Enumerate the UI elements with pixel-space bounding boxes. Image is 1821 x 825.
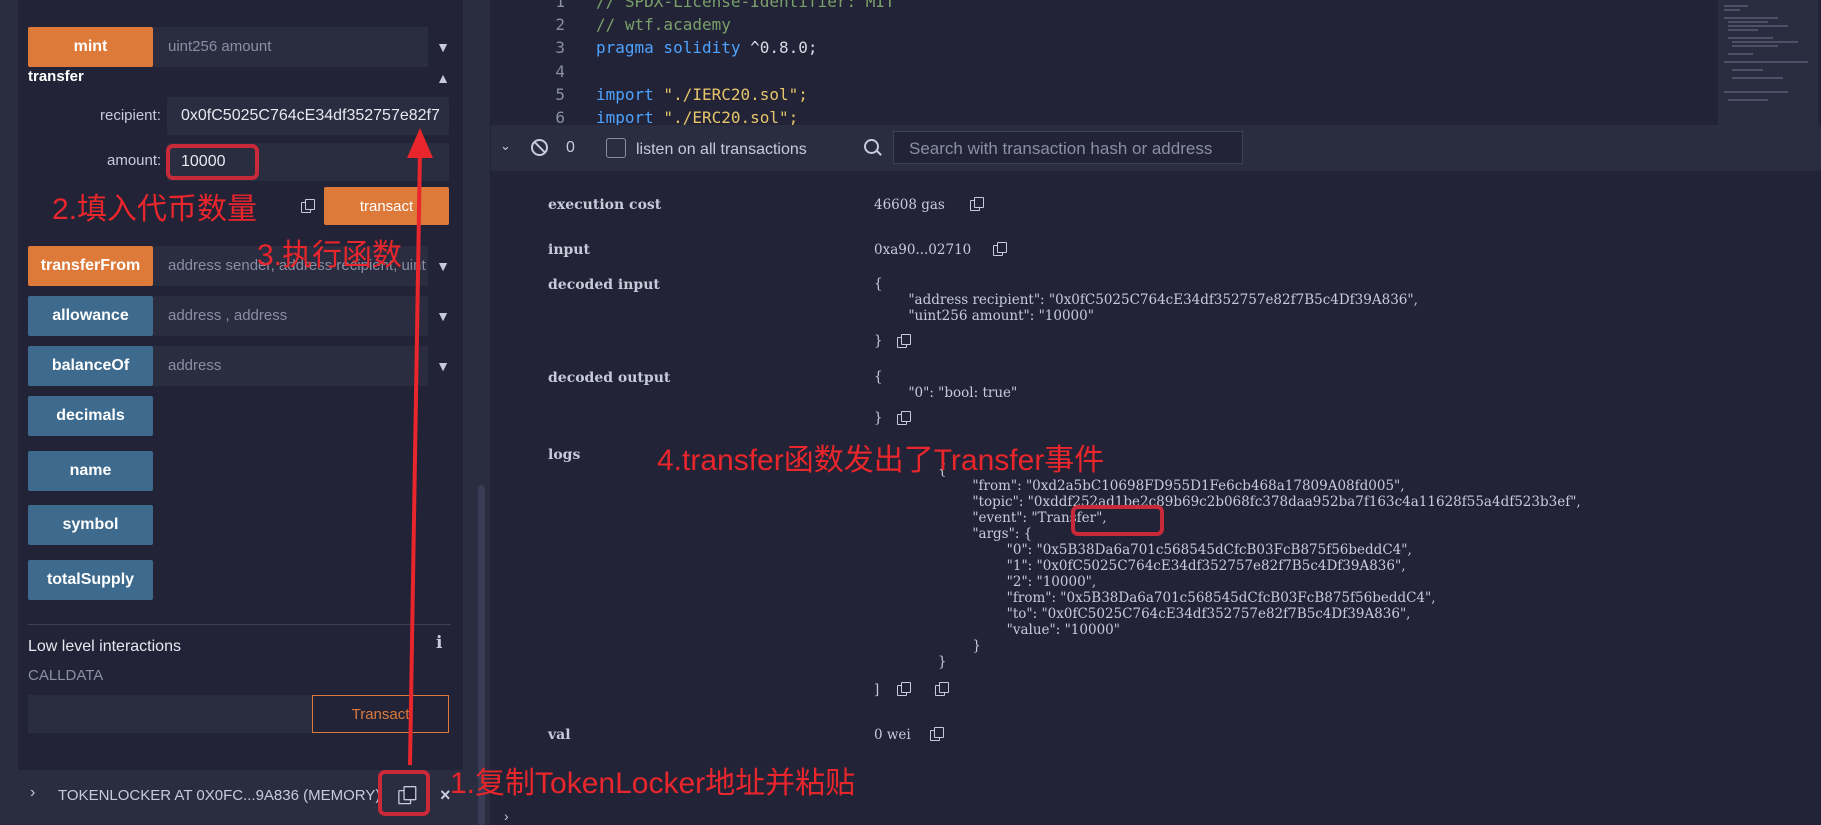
annotation-step4: 4.transfer函数发出了Transfer事件 bbox=[657, 444, 1105, 477]
annotation-step3: 3.执行函数 bbox=[257, 239, 403, 272]
annotation-step2: 2.填入代币数量 bbox=[52, 193, 258, 226]
annotation-arrow bbox=[407, 128, 433, 766]
annotation-step1: 1.复制TokenLocker地址并粘贴 bbox=[450, 767, 856, 800]
